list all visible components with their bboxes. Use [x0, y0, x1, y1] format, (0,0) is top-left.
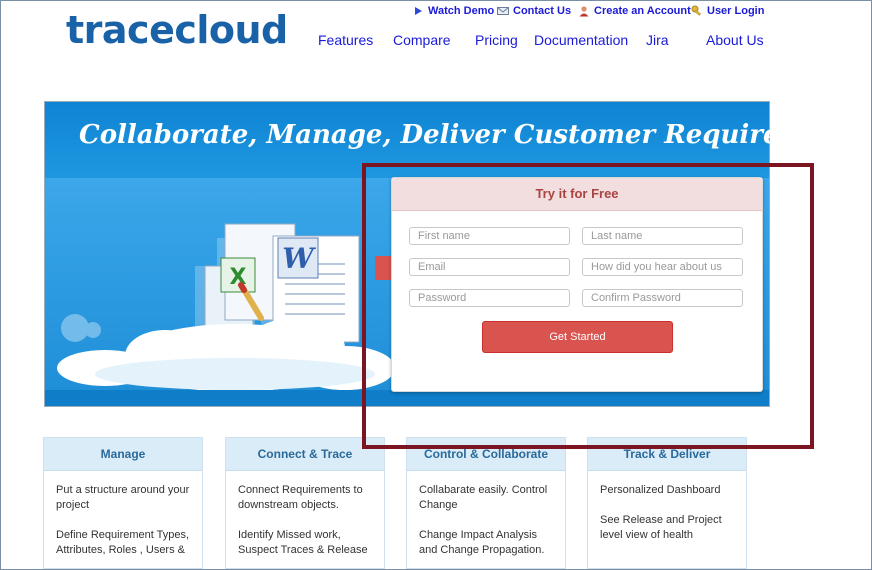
first-name-input[interactable]	[409, 227, 570, 245]
svg-text:W: W	[282, 242, 316, 275]
feature-card-text: See Release and Project level view of he…	[600, 514, 722, 541]
feature-card-text: Connect Requirements to downstream objec…	[238, 484, 363, 511]
feature-card-title[interactable]: Control & Collaborate	[407, 438, 565, 471]
signup-form-card: Try it for Free Get Started	[391, 177, 763, 392]
envelope-icon	[497, 7, 509, 15]
email-input[interactable]	[409, 258, 570, 276]
play-icon	[415, 7, 422, 15]
feature-card-text: Change Impact Analysis and Change Propag…	[419, 529, 545, 556]
feature-card-title[interactable]: Manage	[44, 438, 202, 471]
feature-card-text: Collabarate easily. Control Change	[419, 484, 548, 511]
feature-card-text: Personalized Dashboard	[600, 484, 721, 496]
feature-card-manage: Manage Put a structure around your proje…	[43, 437, 203, 569]
create-account-link[interactable]: Create an Account	[578, 5, 691, 17]
user-icon	[579, 6, 589, 17]
key-icon	[691, 5, 701, 16]
nav-documentation[interactable]: Documentation	[534, 32, 628, 48]
feature-card-title[interactable]: Connect & Trace	[226, 438, 384, 471]
nav-compare[interactable]: Compare	[393, 32, 451, 48]
nav-jira[interactable]: Jira	[646, 32, 669, 48]
feature-card-title[interactable]: Track & Deliver	[588, 438, 746, 471]
banner-footer-strip	[45, 390, 769, 406]
feature-card-connect-trace: Connect & Trace Connect Requirements to …	[225, 437, 385, 569]
confirm-password-input[interactable]	[582, 289, 743, 307]
signup-form-title: Try it for Free	[392, 178, 762, 211]
feature-card-track-deliver: Track & Deliver Personalized Dashboard S…	[587, 437, 747, 569]
cloud-documents-illustration: W X	[57, 223, 395, 390]
feature-card-text: Identify Missed work, Suspect Traces & R…	[238, 529, 368, 556]
feature-card-text: Define Requirement Types, Attributes, Ro…	[56, 529, 190, 556]
nav-features[interactable]: Features	[318, 32, 373, 48]
tracecloud-logo[interactable]: tracecloud	[66, 8, 288, 52]
user-login-link[interactable]: User Login	[691, 5, 764, 17]
referral-source-input[interactable]	[582, 258, 743, 276]
watch-demo-link[interactable]: Watch Demo	[412, 5, 494, 17]
contact-us-link[interactable]: Contact Us	[497, 5, 571, 17]
banner-headline: Collaborate, Manage, Deliver Customer Re…	[79, 120, 870, 150]
nav-about-us[interactable]: About Us	[706, 32, 764, 48]
nav-pricing[interactable]: Pricing	[475, 32, 518, 48]
feature-card-text: Put a structure around your project	[56, 484, 190, 511]
password-input[interactable]	[409, 289, 570, 307]
feature-card-control-collaborate: Control & Collaborate Collabarate easily…	[406, 437, 566, 569]
last-name-input[interactable]	[582, 227, 743, 245]
get-started-button[interactable]: Get Started	[482, 321, 673, 353]
